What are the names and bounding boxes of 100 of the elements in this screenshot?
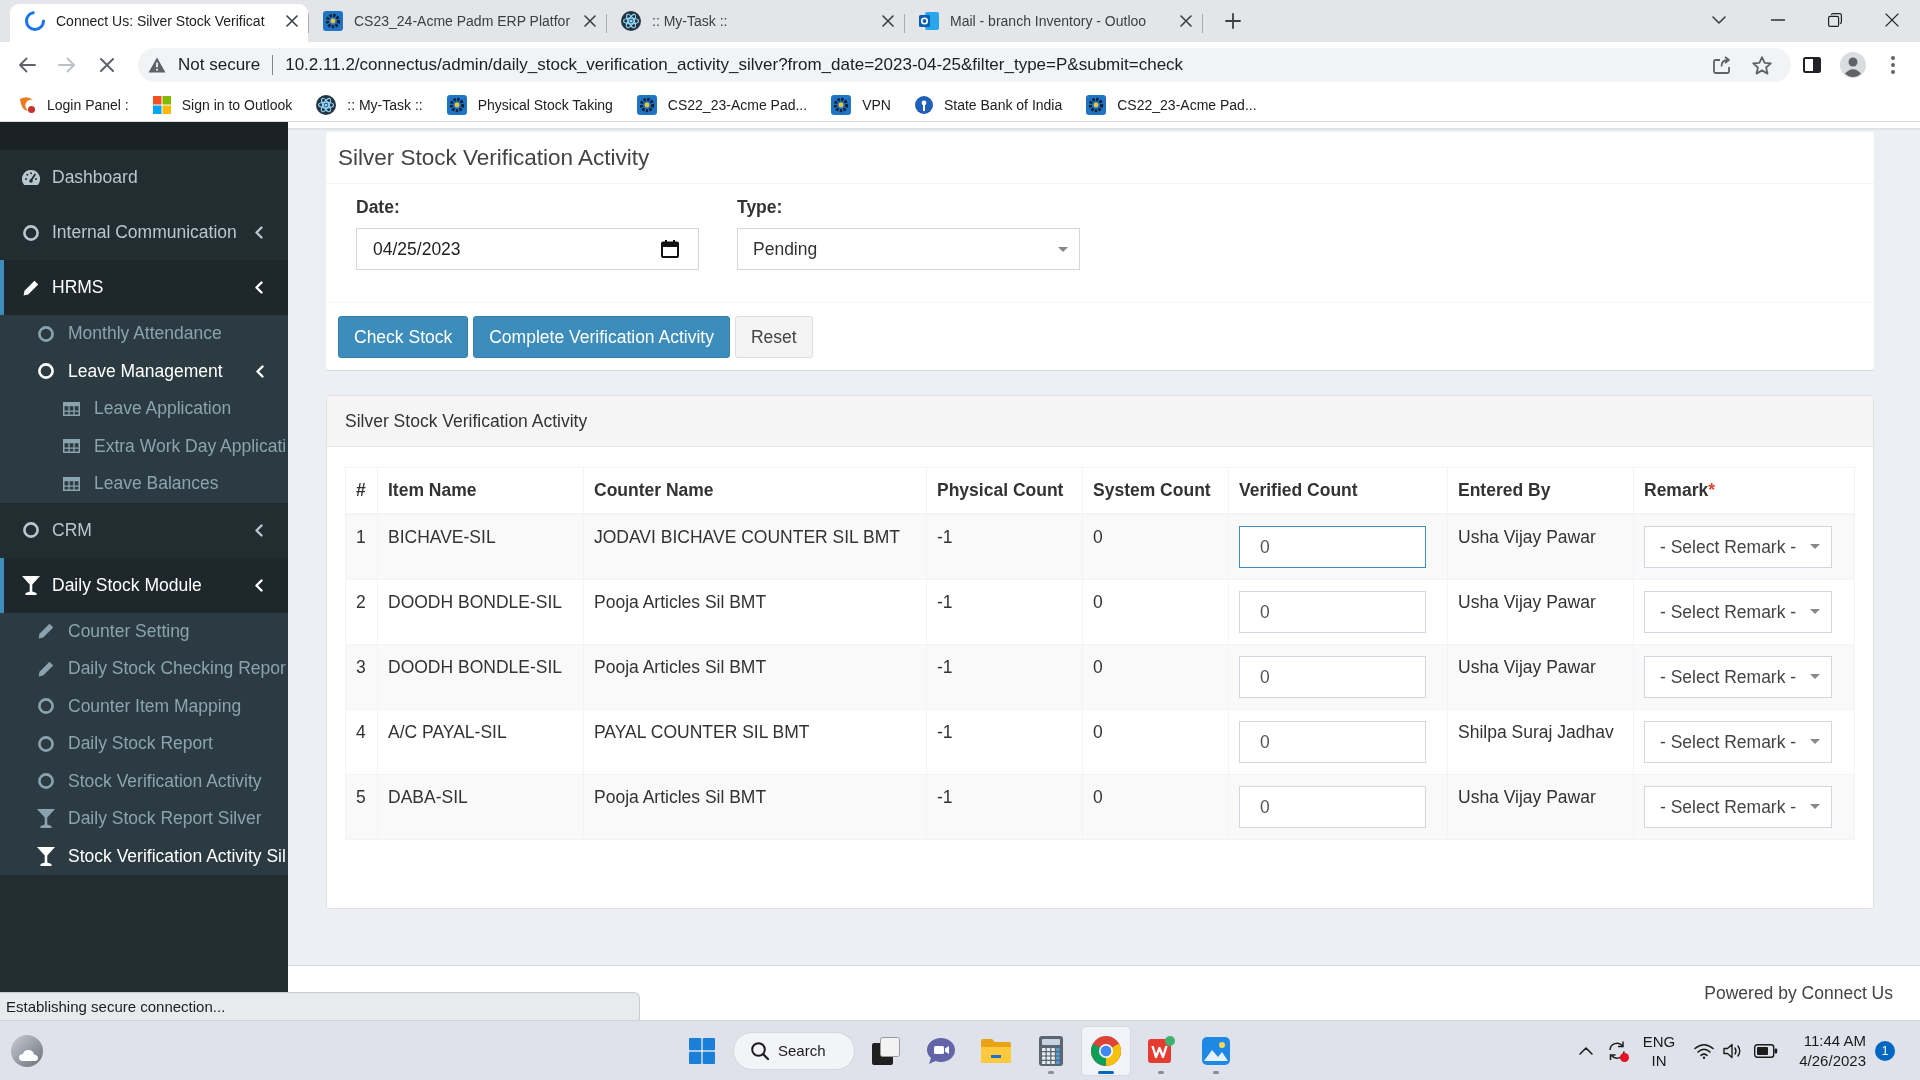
chevron-down-icon[interactable] (1712, 16, 1726, 24)
sidebar-subitem[interactable]: Stock Verification Activity Sil (0, 837, 288, 875)
sidebar-subitem[interactable]: Daily Stock Checking Repor (0, 650, 288, 688)
stop-icon[interactable] (100, 58, 114, 72)
date-field[interactable]: 04/25/2023 (356, 228, 699, 270)
clock-time[interactable]: 11:44 AM (1803, 1030, 1866, 1051)
gear-logo-icon (446, 94, 467, 115)
sidebar-subitem[interactable]: Extra Work Day Applicati (0, 427, 288, 465)
bookmark-link[interactable]: CS22_23-Acme Pad... (636, 94, 808, 115)
table-cell: JODAVI BICHAVE COUNTER SIL BMT (583, 513, 927, 579)
sidebar-subitem[interactable]: Counter Item Mapping (0, 687, 288, 725)
address-bar[interactable]: Not secure 10.2.11.2/connectus/admin/daily_stock_verification_activity_silver?from_date=2023-04-25&filter_type=P&submit=check (138, 48, 1791, 82)
remark-select[interactable]: - Select Remark - (1644, 525, 1832, 568)
sidebar-item[interactable]: Internal Communication (0, 205, 288, 260)
close-icon[interactable] (1884, 13, 1899, 27)
count-input[interactable]: 0 (1239, 525, 1426, 568)
count-input[interactable]: 0 (1239, 590, 1426, 633)
restore-icon[interactable] (1827, 13, 1842, 27)
column-header: # (356, 479, 366, 500)
sidebar-subitem[interactable]: Leave Application (0, 390, 288, 428)
table-cell: Shilpa Suraj Jadhav (1447, 709, 1634, 774)
sidebar-item[interactable]: HRMS (0, 260, 288, 315)
wifi-icon[interactable] (1694, 1042, 1715, 1059)
sidebar-subitem[interactable]: Leave Management (0, 352, 288, 390)
count-input[interactable]: 0 (1239, 655, 1426, 698)
browser-tab[interactable]: Mail - branch Inventory - Outloo (904, 4, 1202, 42)
browser-tab[interactable]: :: My-Task :: (606, 4, 904, 42)
more-icon[interactable] (1891, 56, 1895, 74)
notification-badge[interactable]: 1 (1875, 1040, 1895, 1061)
type-select[interactable]: Pending (737, 228, 1080, 270)
sidebar-item[interactable]: Daily Stock Module (0, 557, 288, 613)
remark-select[interactable]: - Select Remark - (1644, 785, 1832, 828)
remark-select[interactable]: - Select Remark - (1644, 720, 1832, 763)
sidebar-subitem[interactable]: Counter Setting (0, 612, 288, 650)
clock-date[interactable]: 4/26/2023 (1799, 1050, 1866, 1071)
remark-select[interactable]: - Select Remark - (1644, 655, 1832, 698)
browser-tab[interactable]: Connect Us: Silver Stock Verificat (10, 4, 308, 42)
new-tab-icon[interactable] (1225, 13, 1241, 29)
table-cell: PAYAL COUNTER SIL BMT (583, 709, 927, 774)
sidebar-item[interactable]: Dashboard (0, 150, 288, 205)
action-button[interactable]: Reset (734, 316, 813, 358)
chevron-left-icon (255, 281, 263, 294)
sidebar-item[interactable]: CRM (0, 502, 288, 558)
sidebar-subitem[interactable]: Stock Verification Activity (0, 762, 288, 800)
atom-logo-icon (621, 11, 641, 31)
bookmark-link[interactable]: Sign in to Outlook (152, 95, 293, 114)
minimize-icon[interactable] (1770, 19, 1785, 21)
browser-icon (1091, 1035, 1121, 1066)
bookmark-link[interactable]: State Bank of India (914, 95, 1063, 114)
close-icon[interactable] (286, 15, 298, 27)
sidebar-subitem[interactable]: Leave Balances (0, 465, 288, 503)
table-cell: 0 (1082, 774, 1229, 839)
count-input[interactable]: 0 (1239, 720, 1426, 763)
chevron-left-icon (256, 364, 264, 378)
table-cell: DOODH BONDLE-SIL (377, 579, 584, 644)
bookmark-link[interactable]: CS22_23-Acme Pad... (1086, 94, 1257, 115)
table-cell: -1 (926, 774, 1083, 839)
pencil-icon (38, 623, 54, 640)
side-panel-icon[interactable] (1803, 57, 1821, 73)
table-cell: DABA-SIL (377, 774, 584, 839)
action-button[interactable]: Complete Verification Activity (473, 316, 730, 358)
gear-logo-icon (323, 11, 343, 31)
action-button[interactable]: Check Stock (338, 316, 469, 358)
sidebar-subitem[interactable]: Daily Stock Report (0, 725, 288, 763)
column-header: Remark (1644, 479, 1709, 500)
browser-tab[interactable]: CS23_24-Acme Padm ERP Platfor (308, 4, 606, 42)
chevron-up-icon[interactable] (1578, 1046, 1593, 1055)
search-button[interactable]: Search (733, 1031, 855, 1070)
atom-logo-icon (316, 94, 337, 115)
close-icon[interactable] (584, 15, 596, 27)
table-cell: 4 (345, 709, 378, 774)
sidebar-subitem[interactable]: Monthly Attendance (0, 315, 288, 353)
sync-icon[interactable] (1606, 1039, 1629, 1062)
calendar-icon[interactable] (661, 240, 679, 258)
bookmark-link[interactable]: Login Panel : (18, 95, 129, 114)
profile-icon[interactable] (1840, 52, 1866, 78)
bookmark-link[interactable]: VPN (831, 94, 891, 115)
status-bubble: Establishing secure connection... (0, 992, 640, 1020)
glass-icon (37, 809, 55, 829)
star-icon[interactable] (1752, 55, 1772, 75)
table-icon (63, 401, 80, 416)
table-cell: Usha Vijay Pawar (1447, 513, 1634, 579)
bookmark-link[interactable]: :: My-Task :: (316, 94, 423, 115)
sidebar-subitem[interactable]: Daily Stock Report Silver (0, 800, 288, 838)
close-icon[interactable] (882, 15, 894, 27)
close-icon[interactable] (1180, 15, 1192, 27)
input-language[interactable]: ENG (1642, 1031, 1676, 1051)
count-input[interactable]: 0 (1239, 785, 1426, 828)
logo-icon (18, 95, 36, 114)
weather-icon[interactable] (11, 1034, 43, 1067)
battery-icon[interactable] (1754, 1043, 1779, 1058)
bookmark-link[interactable]: Physical Stock Taking (446, 94, 613, 115)
remark-select[interactable]: - Select Remark - (1644, 590, 1832, 633)
security-label[interactable]: Not secure (178, 55, 261, 75)
back-icon[interactable] (18, 57, 36, 73)
share-icon[interactable] (1713, 56, 1731, 74)
circle-icon (38, 698, 54, 715)
table-cell: 2 (345, 579, 378, 644)
input-region[interactable]: IN (1651, 1050, 1667, 1070)
circle-icon (38, 773, 54, 790)
